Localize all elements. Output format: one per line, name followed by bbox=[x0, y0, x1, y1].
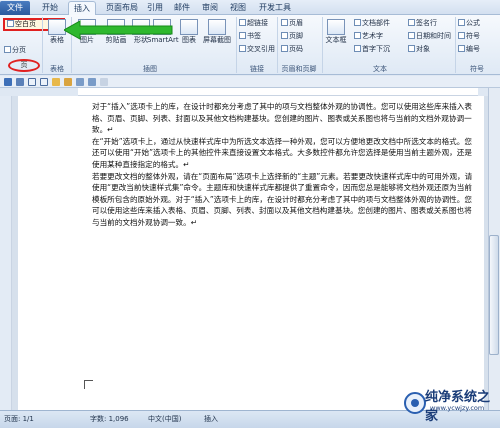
tab-insert[interactable]: 插入 bbox=[68, 1, 96, 15]
calendar-icon bbox=[408, 32, 415, 39]
object-icon bbox=[408, 45, 415, 52]
signature-icon bbox=[408, 19, 415, 26]
tab-file[interactable]: 文件 bbox=[0, 1, 30, 15]
word-icon bbox=[4, 78, 12, 86]
quick-parts-icon bbox=[354, 19, 361, 26]
bookmark-icon bbox=[239, 32, 246, 39]
tab-page-layout[interactable]: 页面布局 bbox=[102, 1, 142, 15]
tab-developer[interactable]: 开发工具 bbox=[255, 1, 295, 15]
language[interactable]: 中文(中国) bbox=[148, 411, 181, 427]
hash-icon bbox=[458, 45, 465, 52]
group-label-symbols: 符号 bbox=[470, 65, 484, 73]
paragraph: 对于“插入”选项卡上的库，在设计时都充分考虑了其中的项与文档整体外观的协调性。您… bbox=[92, 102, 472, 135]
object-button[interactable]: 对象 bbox=[408, 45, 430, 54]
document-body[interactable]: 对于“插入”选项卡上的库，在设计时都充分考虑了其中的项与文档整体外观的协调性。您… bbox=[92, 101, 476, 229]
bookmark-button[interactable]: 书签 bbox=[239, 32, 261, 41]
paragraph: 在“开始”选项卡上，通过从快速样式库中为所选文本选择一种外观，您可以方便地更改文… bbox=[92, 136, 472, 169]
tab-mailings[interactable]: 邮件 bbox=[172, 1, 192, 15]
header-button[interactable]: 页眉 bbox=[281, 19, 303, 28]
header-icon bbox=[281, 19, 288, 26]
date-time-button[interactable]: 日期和时间 bbox=[408, 32, 451, 41]
group-label-text: 文本 bbox=[373, 65, 387, 73]
omega-icon bbox=[458, 32, 465, 39]
symbol-button[interactable]: 符号 bbox=[458, 32, 480, 41]
group-label-links: 链接 bbox=[250, 65, 264, 73]
new-document-icon[interactable] bbox=[52, 78, 60, 86]
group-label-illustrations: 插图 bbox=[143, 65, 157, 73]
group-label-header-footer: 页眉和页脚 bbox=[281, 65, 317, 73]
textbox-button[interactable]: 文本框 bbox=[324, 19, 348, 45]
ribbon-tab-bar: 文件 开始 插入 页面布局 引用 邮件 审阅 视图 开发工具 bbox=[0, 0, 500, 15]
print-preview-icon[interactable] bbox=[76, 78, 84, 86]
horizontal-ruler bbox=[78, 88, 478, 96]
pi-icon bbox=[458, 19, 465, 26]
watermark-url: www.ycwjzy.com bbox=[430, 404, 485, 412]
chart-button[interactable]: 图表 bbox=[179, 19, 199, 45]
word-count[interactable]: 字数: 1,096 bbox=[90, 411, 129, 427]
footer-button[interactable]: 页脚 bbox=[281, 32, 303, 41]
separator bbox=[455, 17, 456, 73]
redo-icon[interactable] bbox=[40, 78, 48, 86]
undo-icon[interactable] bbox=[28, 78, 36, 86]
quick-access-toolbar bbox=[0, 76, 500, 88]
tab-references[interactable]: 引用 bbox=[145, 1, 165, 15]
group-label-page: 页 bbox=[8, 59, 40, 72]
insert-mode[interactable]: 插入 bbox=[204, 411, 218, 427]
equation-button[interactable]: 公式 bbox=[458, 19, 480, 28]
separator bbox=[236, 17, 237, 73]
cross-reference-icon bbox=[239, 45, 246, 52]
paragraph: 若要更改文档的整体外观，请在“页面布局”选项卡上选择新的“主题”元素。若要更改快… bbox=[92, 171, 473, 227]
page-break-icon bbox=[4, 46, 11, 53]
tab-home[interactable]: 开始 bbox=[38, 1, 62, 15]
save-icon[interactable] bbox=[16, 78, 24, 86]
textbox-icon bbox=[327, 19, 345, 35]
signature-line-button[interactable]: 签名行 bbox=[408, 19, 437, 28]
drop-cap-button[interactable]: 首字下沉 bbox=[354, 45, 390, 54]
numbering-button[interactable]: 编号 bbox=[458, 45, 480, 54]
footer-icon bbox=[281, 32, 288, 39]
screenshot-button[interactable]: 屏幕截图 bbox=[201, 19, 233, 45]
wordart-icon bbox=[354, 32, 361, 39]
vertical-ruler bbox=[0, 96, 12, 410]
scrollbar-thumb[interactable] bbox=[489, 235, 499, 355]
hyperlink-button[interactable]: 超链接 bbox=[239, 19, 268, 28]
screenshot-icon bbox=[208, 19, 226, 35]
customize-toolbar-icon[interactable] bbox=[100, 78, 108, 86]
tab-review[interactable]: 审阅 bbox=[200, 1, 220, 15]
quick-print-icon[interactable] bbox=[88, 78, 96, 86]
cross-reference-button[interactable]: 交叉引用 bbox=[239, 45, 275, 54]
drop-cap-icon bbox=[354, 45, 361, 52]
separator bbox=[322, 17, 323, 73]
tab-view[interactable]: 视图 bbox=[228, 1, 248, 15]
page-number-button[interactable]: 页码 bbox=[281, 45, 303, 54]
chart-icon bbox=[180, 19, 198, 35]
page-number-icon bbox=[281, 45, 288, 52]
hyperlink-icon bbox=[239, 19, 246, 26]
group-label-table: 表格 bbox=[50, 65, 64, 73]
green-arrow-annotation bbox=[64, 20, 173, 40]
page-margin-corner-mark bbox=[84, 380, 93, 389]
separator bbox=[42, 17, 43, 73]
quick-parts-button[interactable]: 文档部件 bbox=[354, 19, 390, 28]
wordart-button[interactable]: 艺术字 bbox=[354, 32, 383, 41]
page-count[interactable]: 页面: 1/1 bbox=[4, 411, 34, 427]
open-folder-icon[interactable] bbox=[64, 78, 72, 86]
page-break-button[interactable]: 分页 bbox=[4, 46, 26, 55]
blank-page-icon bbox=[7, 20, 14, 27]
